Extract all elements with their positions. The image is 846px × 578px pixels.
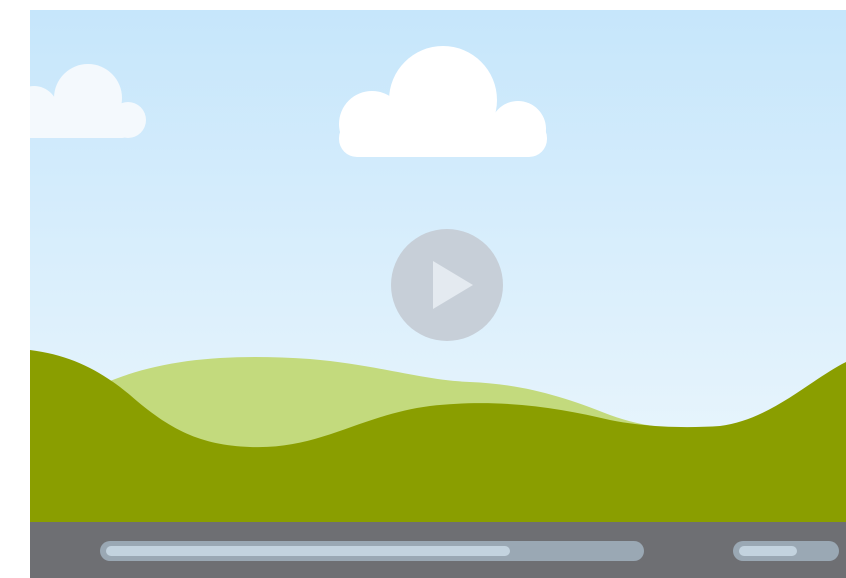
video-frame[interactable] (30, 10, 846, 522)
play-icon (391, 229, 503, 341)
volume-fill (739, 546, 798, 556)
progress-fill (106, 546, 511, 556)
progress-bar[interactable] (100, 541, 644, 561)
play-button[interactable] (391, 229, 503, 341)
video-player (30, 10, 846, 578)
volume-slider[interactable] (733, 541, 839, 561)
control-bar (30, 522, 846, 578)
